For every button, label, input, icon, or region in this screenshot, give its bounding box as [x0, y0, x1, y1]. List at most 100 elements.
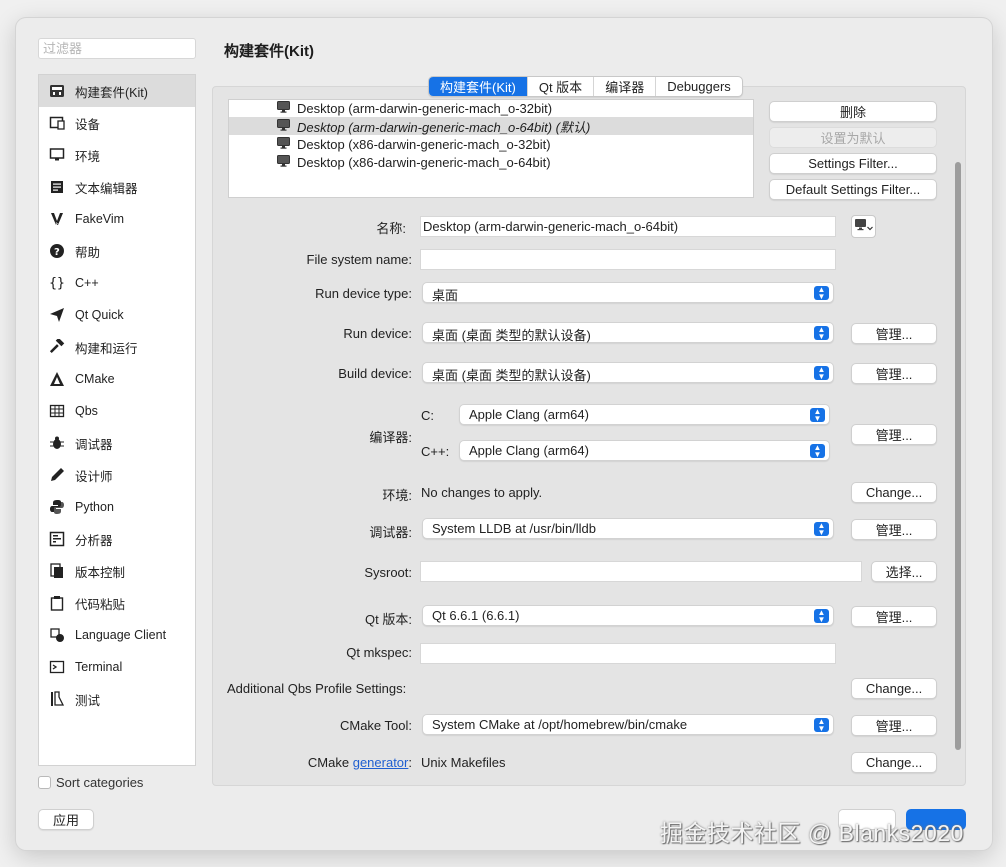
terminal-icon: [48, 658, 66, 676]
qt-version-label: Qt 版本:: [365, 612, 412, 627]
cpp-compiler-select[interactable]: Apple Clang (arm64) ▲ ▼: [459, 440, 830, 461]
kit-icon-picker[interactable]: [851, 215, 876, 238]
sort-categories-checkbox[interactable]: [38, 776, 51, 789]
choose-sysroot-button[interactable]: 选择...: [871, 561, 937, 582]
kit-row[interactable]: Desktop (x86-darwin-generic-mach_o-64bit…: [229, 153, 753, 171]
default-settings-filter-button[interactable]: Default Settings Filter...: [769, 179, 937, 200]
tab-kits[interactable]: 构建套件(Kit): [429, 77, 527, 96]
sidebar-item-text-editor[interactable]: 文本编辑器: [39, 171, 195, 203]
build-device-select[interactable]: 桌面 (桌面 类型的默认设备) ▲ ▼: [422, 362, 834, 383]
sidebar-item-test-flask[interactable]: 测试: [39, 683, 195, 715]
updown-chevron-icon: ▲ ▼: [814, 522, 829, 537]
debugger-label: 调试器:: [369, 525, 412, 540]
updown-chevron-icon: ▲ ▼: [810, 444, 825, 459]
sidebar-item-label: Terminal: [75, 660, 123, 674]
c-compiler-select[interactable]: Apple Clang (arm64) ▲ ▼: [459, 404, 830, 425]
device-icon: [48, 114, 66, 132]
cmake-tool-label: CMake Tool:: [339, 718, 412, 733]
sysroot-input[interactable]: [420, 561, 862, 582]
debugger-select[interactable]: System LLDB at /usr/bin/lldb ▲ ▼: [422, 518, 834, 539]
tab-debuggers[interactable]: Debuggers: [655, 77, 742, 96]
category-sidebar: 构建套件(Kit) 设备环境文本编辑器 Fake FakeVim? 帮助 {} C++ Qt …: [38, 74, 196, 766]
run-device-type-select[interactable]: 桌面 ▲ ▼: [422, 282, 834, 303]
cmake-generator-link[interactable]: generator: [353, 755, 409, 770]
tab-qt-versions[interactable]: Qt 版本: [526, 77, 593, 96]
manage-qt-version-button[interactable]: 管理...: [851, 606, 937, 627]
help-icon: ?: [48, 242, 66, 260]
sidebar-item-braces[interactable]: {} C++: [39, 267, 195, 299]
build-device-label: Build device:: [338, 366, 412, 381]
kit-row[interactable]: Desktop (arm-darwin-generic-mach_o-32bit…: [229, 99, 753, 117]
panel-scrollbar[interactable]: [952, 100, 963, 786]
run-device-value: 桌面 (桌面 类型的默认设备): [432, 328, 591, 343]
sidebar-item-python[interactable]: Python: [39, 491, 195, 523]
name-input[interactable]: Desktop (arm-darwin-generic-mach_o-64bit…: [420, 216, 836, 237]
environment-value: No changes to apply.: [421, 485, 543, 500]
fs-name-input[interactable]: [420, 249, 836, 270]
bug-icon: [48, 434, 66, 452]
manage-compiler-button[interactable]: 管理...: [851, 424, 937, 445]
monitor-icon: [277, 154, 290, 170]
clipboard-icon: [48, 594, 66, 612]
manage-debugger-button[interactable]: 管理...: [851, 519, 937, 540]
sidebar-item-bug[interactable]: 调试器: [39, 427, 195, 459]
sidebar-item-grid[interactable]: Qbs: [39, 395, 195, 427]
cmake-generator-colon: :: [408, 755, 412, 770]
qt-mkspec-input[interactable]: [420, 643, 836, 664]
set-default-button[interactable]: 设置为默认: [769, 127, 937, 148]
c-compiler-label: C:: [421, 408, 434, 423]
paper-plane-icon: [48, 306, 66, 324]
sidebar-item-analyzer[interactable]: 分析器: [39, 523, 195, 555]
build-device-value: 桌面 (桌面 类型的默认设备): [432, 368, 591, 383]
cmake-tool-select[interactable]: System CMake at /opt/homebrew/bin/cmake …: [422, 714, 834, 735]
delete-button[interactable]: 删除: [769, 101, 937, 122]
sidebar-item-cmake[interactable]: CMake: [39, 363, 195, 395]
sidebar-item-label: 设备: [75, 117, 101, 132]
pen-icon: [48, 466, 66, 484]
fs-name-label: File system name:: [306, 252, 412, 267]
kit-row[interactable]: Desktop (x86-darwin-generic-mach_o-32bit…: [229, 135, 753, 153]
analyzer-icon: [48, 530, 66, 548]
qt-version-select[interactable]: Qt 6.6.1 (6.6.1) ▲ ▼: [422, 605, 834, 626]
tab-compilers[interactable]: 编译器: [593, 77, 655, 96]
sidebar-item-terminal[interactable]: Terminal: [39, 651, 195, 683]
sidebar-item-fakevim[interactable]: Fake FakeVim: [39, 203, 195, 235]
apply-button[interactable]: 应用: [38, 809, 94, 830]
filter-input[interactable]: [38, 38, 196, 59]
kit-row-selected[interactable]: Desktop (arm-darwin-generic-mach_o-64bit…: [229, 117, 753, 135]
settings-filter-button[interactable]: Settings Filter...: [769, 153, 937, 174]
kit-list: Desktop (arm-darwin-generic-mach_o-32bit…: [228, 99, 754, 198]
name-label: 名称:: [376, 221, 406, 236]
sidebar-item-label: Qt Quick: [75, 308, 124, 322]
sidebar-item-monitor[interactable]: 环境: [39, 139, 195, 171]
sidebar-item-pen[interactable]: 设计师: [39, 459, 195, 491]
sidebar-item-label: 文本编辑器: [75, 181, 138, 196]
sidebar-item-help[interactable]: ? 帮助: [39, 235, 195, 267]
c-compiler-value: Apple Clang (arm64): [469, 407, 589, 422]
manage-cmake-tool-button[interactable]: 管理...: [851, 715, 937, 736]
sidebar-item-language-client[interactable]: Language Client: [39, 619, 195, 651]
scrollbar-thumb[interactable]: [955, 162, 961, 750]
manage-run-device-button[interactable]: 管理...: [851, 323, 937, 344]
change-qbs-profile-button[interactable]: Change...: [851, 678, 937, 699]
sidebar-item-label: 构建和运行: [75, 341, 138, 356]
updown-chevron-icon: ▲ ▼: [814, 286, 829, 301]
sidebar-item-clipboard[interactable]: 代码粘贴: [39, 587, 195, 619]
compiler-label: 编译器:: [369, 430, 412, 445]
text-editor-icon: [48, 178, 66, 196]
change-cmake-generator-button[interactable]: Change...: [851, 752, 937, 773]
sidebar-item-device[interactable]: 设备: [39, 107, 195, 139]
run-device-select[interactable]: 桌面 (桌面 类型的默认设备) ▲ ▼: [422, 322, 834, 343]
cpp-compiler-label: C++:: [421, 444, 450, 459]
sidebar-item-hammer[interactable]: 构建和运行: [39, 331, 195, 363]
manage-build-device-button[interactable]: 管理...: [851, 363, 937, 384]
sidebar-item-version-control[interactable]: 版本控制: [39, 555, 195, 587]
monitor-icon: [48, 146, 66, 164]
kit-row-label: Desktop (arm-darwin-generic-mach_o-32bit…: [297, 100, 553, 116]
change-environment-button[interactable]: Change...: [851, 482, 937, 503]
sidebar-item-label: 调试器: [75, 437, 113, 452]
sidebar-item-paper-plane[interactable]: Qt Quick: [39, 299, 195, 331]
sidebar-item-label: 版本控制: [75, 565, 126, 580]
sort-categories[interactable]: Sort categories: [38, 775, 143, 790]
sidebar-item-kit[interactable]: 构建套件(Kit): [39, 75, 195, 107]
